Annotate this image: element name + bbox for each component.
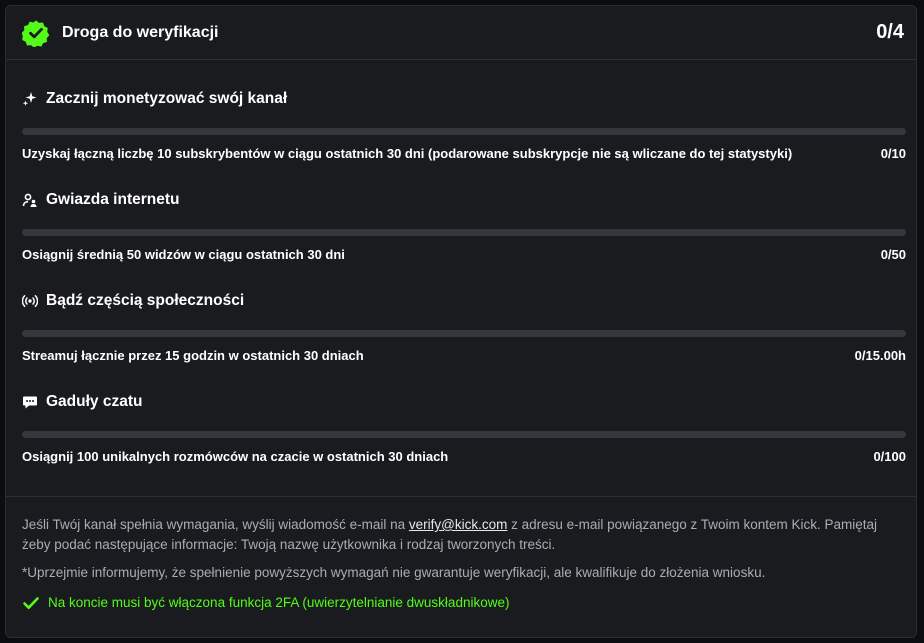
verification-card: Droga do weryfikacji 0/4 Zacznij monetyz… bbox=[5, 5, 917, 638]
goal-progress-bar bbox=[22, 229, 906, 236]
goal-description: Uzyskaj łączną liczbę 10 subskrybentów w… bbox=[22, 146, 793, 161]
goal-title: Gwiazda internetu bbox=[46, 191, 180, 208]
verified-badge-icon bbox=[22, 20, 50, 47]
goal-progress-bar bbox=[22, 128, 906, 135]
goal-progress-value: 0/100 bbox=[873, 449, 906, 464]
twofa-requirement: Na koncie musi być włączona funkcja 2FA … bbox=[22, 593, 900, 613]
goal-progress-value: 0/50 bbox=[880, 247, 906, 262]
goal-description: Osiągnij 100 unikalnych rozmówców na cza… bbox=[22, 449, 449, 464]
check-icon bbox=[23, 597, 39, 609]
goal-title: Gaduły czatu bbox=[46, 393, 143, 410]
goal-item: Bądź częścią społeczności Streamuj łączn… bbox=[22, 262, 906, 363]
page-title: Droga do weryfikacji bbox=[62, 23, 219, 41]
card-header: Droga do weryfikacji 0/4 bbox=[6, 6, 916, 60]
verify-email-link[interactable]: verify@kick.com bbox=[409, 517, 507, 532]
goal-progress-value: 0/10 bbox=[880, 146, 906, 161]
instructions-text: Jeśli Twój kanał spełnia wymagania, wyśl… bbox=[22, 515, 900, 555]
users-icon bbox=[22, 192, 38, 208]
chat-bubble-icon bbox=[22, 394, 38, 410]
twofa-requirement-text: Na koncie musi być włączona funkcja 2FA … bbox=[48, 595, 510, 610]
goal-item: Gaduły czatu Osiągnij 100 unikalnych roz… bbox=[22, 363, 906, 464]
broadcast-icon bbox=[22, 293, 38, 309]
goal-progress-bar bbox=[22, 431, 906, 438]
goals-completed-count: 0/4 bbox=[876, 21, 904, 43]
goals-list: Zacznij monetyzować swój kanał Uzyskaj ł… bbox=[6, 60, 916, 464]
goal-title: Zacznij monetyzować swój kanał bbox=[46, 90, 288, 107]
goal-item: Zacznij monetyzować swój kanał Uzyskaj ł… bbox=[22, 60, 906, 161]
goal-progress-bar bbox=[22, 330, 906, 337]
disclaimer-text: *Uprzejmie informujemy, że spełnienie po… bbox=[22, 565, 766, 580]
card-footer: Jeśli Twój kanał spełnia wymagania, wyśl… bbox=[6, 496, 916, 613]
goal-title: Bądź częścią społeczności bbox=[46, 292, 245, 309]
goal-description: Streamuj łącznie przez 15 godzin w ostat… bbox=[22, 348, 364, 363]
instructions-text-start: Jeśli Twój kanał spełnia wymagania, wyśl… bbox=[22, 517, 409, 532]
goal-progress-value: 0/15.00h bbox=[854, 348, 906, 363]
sparkle-icon bbox=[22, 91, 38, 107]
goal-description: Osiągnij średnią 50 widzów w ciągu ostat… bbox=[22, 247, 345, 262]
goal-item: Gwiazda internetu Osiągnij średnią 50 wi… bbox=[22, 161, 906, 262]
